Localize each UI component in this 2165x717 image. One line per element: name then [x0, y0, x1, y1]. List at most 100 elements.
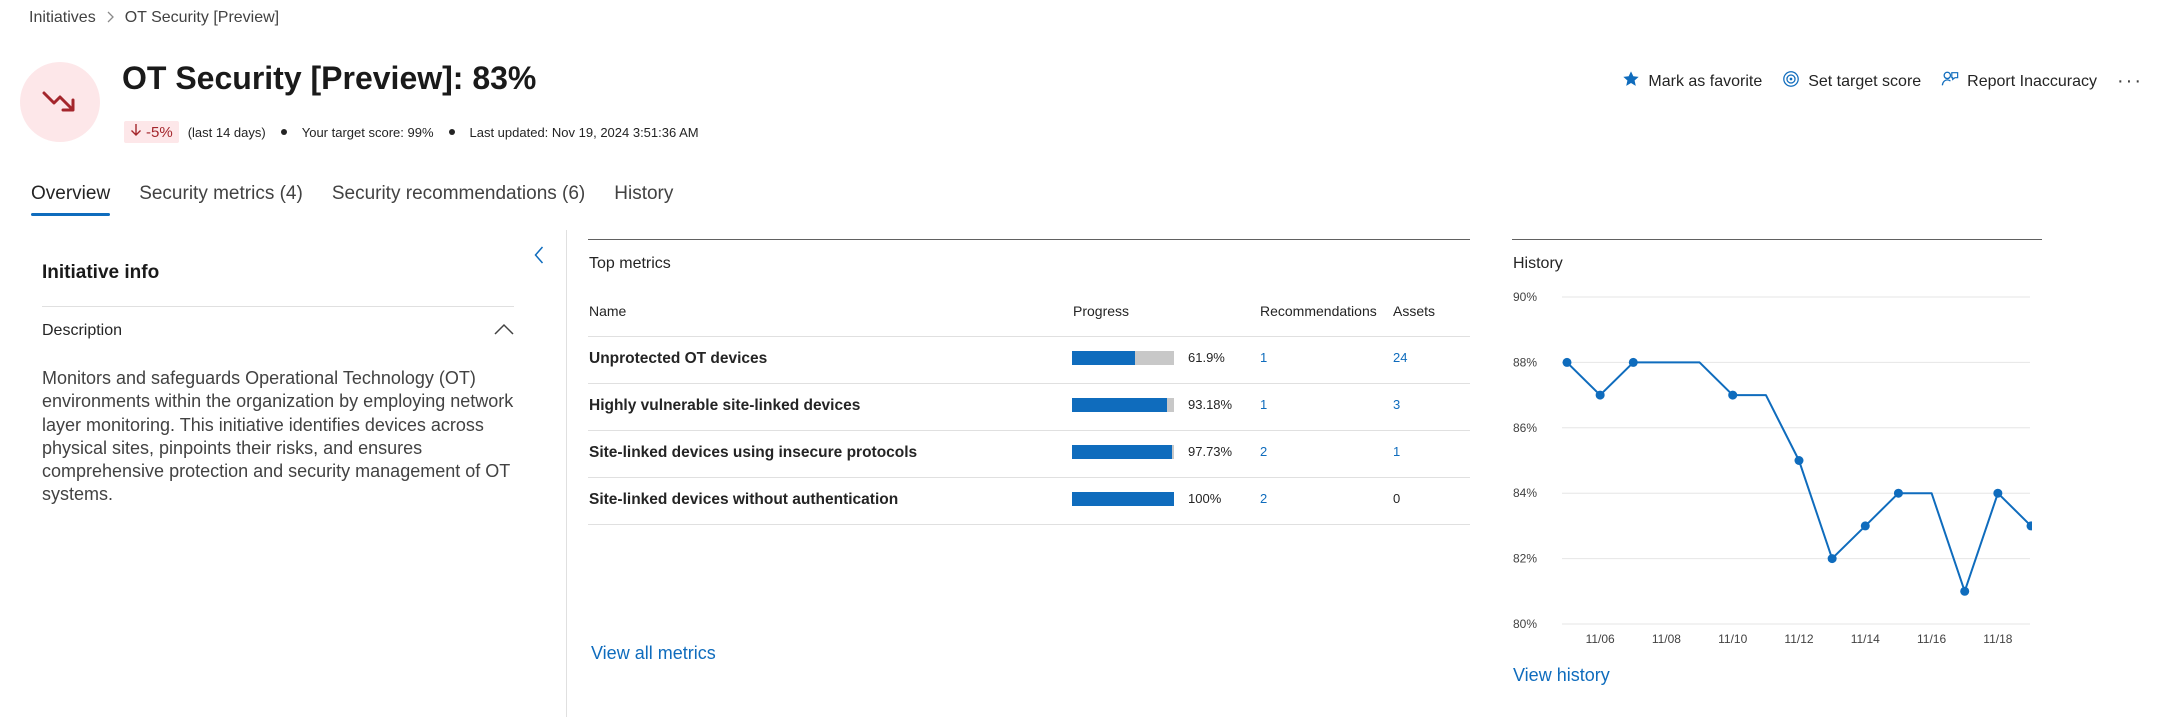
progress-bar [1072, 445, 1174, 459]
trend-badge: -5% [124, 121, 179, 143]
target-icon [1782, 70, 1800, 93]
y-tick-label: 86% [1513, 421, 1537, 435]
report-inaccuracy-button[interactable]: Report Inaccuracy [1941, 70, 2097, 93]
y-tick-label: 82% [1513, 552, 1537, 566]
x-tick-label: 11/18 [1983, 632, 2012, 646]
tab-security-metrics[interactable]: Security metrics (4) [139, 183, 303, 215]
metric-name[interactable]: Site-linked devices using insecure proto… [589, 444, 917, 462]
data-point [1562, 357, 1572, 367]
breadcrumb-initiatives-link[interactable]: Initiatives [29, 9, 96, 27]
progress-bar [1072, 492, 1174, 506]
table-row[interactable]: Unprotected OT devices 61.9% 1 24 [588, 337, 1470, 383]
x-tick-label: 11/06 [1586, 632, 1615, 646]
progress-bar-fill [1072, 492, 1174, 506]
description-label: Description [42, 322, 123, 339]
separator-dot [448, 129, 455, 135]
column-header-recommendations: Recommendations [1260, 303, 1377, 319]
assets-link[interactable]: 1 [1393, 444, 1400, 459]
set-target-score-label: Set target score [1808, 72, 1922, 90]
divider [1512, 239, 2042, 240]
tab-security-recommendations[interactable]: Security recommendations (6) [332, 183, 585, 215]
progress-value: 61.9% [1188, 350, 1225, 365]
trending-down-icon [20, 62, 100, 142]
person-feedback-icon [1941, 70, 1959, 93]
divider [588, 239, 1470, 240]
tab-overview[interactable]: Overview [31, 183, 111, 216]
last-updated-text: Last updated: Nov 19, 2024 3:51:36 AM [469, 124, 699, 140]
y-tick-label: 80% [1513, 617, 1537, 631]
divider [42, 306, 514, 307]
progress-value: 100% [1188, 491, 1222, 506]
star-icon [1622, 70, 1640, 93]
metric-name[interactable]: Highly vulnerable site-linked devices [589, 397, 860, 415]
progress-bar [1072, 351, 1174, 365]
mark-favorite-button[interactable]: Mark as favorite [1622, 70, 1762, 93]
set-target-score-button[interactable]: Set target score [1782, 70, 1921, 93]
progress-bar-fill [1072, 351, 1136, 365]
panel-divider [566, 230, 567, 717]
separator-dot [280, 129, 287, 135]
progress-value: 97.73% [1188, 444, 1233, 459]
more-options-icon[interactable]: ··· [2117, 70, 2143, 93]
y-tick-label: 90% [1513, 290, 1537, 304]
recommendations-link[interactable]: 2 [1260, 444, 1267, 459]
initiative-info-panel: Initiative info [42, 262, 514, 284]
report-inaccuracy-label: Report Inaccuracy [1967, 72, 2098, 90]
x-tick-label: 11/08 [1652, 632, 1681, 646]
x-tick-label: 11/10 [1718, 632, 1747, 646]
x-tick-label: 11/12 [1784, 632, 1813, 646]
data-point [1728, 390, 1738, 400]
tab-list: Overview Security metrics (4) Security r… [31, 183, 673, 216]
progress-value: 93.18% [1188, 397, 1233, 412]
trend-period: (last 14 days) [187, 124, 266, 140]
progress-bar [1072, 398, 1174, 412]
chevron-up-icon [494, 322, 514, 340]
assets-value: 0 [1393, 491, 1401, 506]
mark-favorite-label: Mark as favorite [1648, 72, 1763, 90]
column-header-progress: Progress [1073, 303, 1130, 319]
toolbar: Mark as favorite Set target score Report… [1622, 70, 2143, 93]
breadcrumb: Initiatives OT Security [Preview] [29, 9, 279, 27]
y-tick-label: 84% [1513, 486, 1537, 500]
data-point [1827, 554, 1837, 564]
score-meta-row: -5% (last 14 days) Your target score: 99… [124, 121, 699, 143]
view-history-link[interactable]: View history [1513, 665, 1610, 686]
table-row[interactable]: Site-linked devices using insecure proto… [588, 431, 1470, 477]
description-accordion-header[interactable]: Description [42, 322, 514, 340]
chevron-right-icon [106, 10, 115, 27]
top-metrics-title: Top metrics [589, 255, 671, 272]
assets-link[interactable]: 3 [1393, 397, 1400, 412]
y-tick-label: 88% [1513, 355, 1537, 369]
column-header-assets: Assets [1393, 303, 1436, 319]
data-point [1893, 488, 1903, 498]
metric-name[interactable]: Unprotected OT devices [589, 350, 767, 368]
column-header-name: Name [589, 303, 627, 319]
recommendations-link[interactable]: 2 [1260, 491, 1267, 506]
history-title: History [1513, 255, 1563, 272]
metric-name[interactable]: Site-linked devices without authenticati… [589, 491, 898, 509]
recommendations-link[interactable]: 1 [1260, 350, 1267, 365]
initiative-info-title: Initiative info [42, 262, 160, 283]
assets-link[interactable]: 24 [1393, 350, 1407, 365]
view-all-metrics-link[interactable]: View all metrics [591, 643, 716, 664]
target-score-text: Your target score: 99% [301, 124, 434, 140]
chevron-left-icon [534, 246, 544, 269]
series-line [1566, 361, 2032, 593]
breadcrumb-current: OT Security [Preview] [124, 9, 280, 26]
table-row[interactable]: Site-linked devices without authenticati… [588, 478, 1470, 524]
history-line-chart: 90% 88% 86% 84% 82% 80% 11/06 11/08 11/10 11/12 11… [1513, 290, 2032, 646]
recommendations-link[interactable]: 1 [1260, 397, 1267, 412]
x-tick-label: 11/16 [1917, 632, 1946, 646]
table-row[interactable]: Highly vulnerable site-linked devices 93… [588, 384, 1470, 430]
data-point [1960, 586, 1970, 596]
collapse-panel-button[interactable] [530, 245, 548, 269]
data-point [1595, 390, 1605, 400]
data-point [1993, 488, 2003, 498]
x-tick-label: 11/14 [1851, 632, 1880, 646]
page-title: OT Security [Preview]: 83% [122, 60, 537, 96]
progress-bar-fill [1072, 398, 1168, 412]
tab-history[interactable]: History [614, 183, 673, 215]
divider [588, 524, 1470, 525]
data-point [1794, 456, 1804, 465]
data-point [1860, 521, 1870, 531]
